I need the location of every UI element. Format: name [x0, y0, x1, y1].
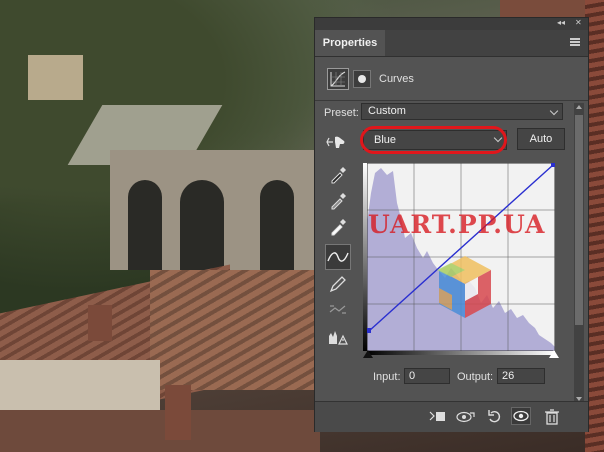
adjustment-title: Curves	[379, 73, 414, 85]
smooth-curve-icon[interactable]	[327, 298, 349, 320]
eye-icon[interactable]	[511, 407, 531, 425]
photo-arch	[180, 180, 224, 270]
scroll-thumb[interactable]	[575, 115, 583, 325]
eyedropper-gray-icon[interactable]	[327, 190, 349, 212]
tab-properties[interactable]: Properties	[315, 30, 385, 56]
panel-menu-icon[interactable]	[570, 38, 580, 46]
collapse-icon[interactable]: ◂◂	[557, 18, 565, 27]
photo-chimney	[88, 305, 112, 341]
preset-dropdown[interactable]: Custom	[361, 103, 563, 120]
curve-points-icon[interactable]	[325, 244, 351, 270]
clip-to-layer-icon[interactable]	[427, 408, 447, 426]
view-previous-icon[interactable]	[455, 408, 475, 426]
curve-point-end[interactable]	[551, 163, 555, 167]
panel-bottom-bar	[315, 401, 588, 432]
trash-icon[interactable]	[543, 408, 563, 426]
preset-value: Custom	[368, 105, 406, 117]
output-field[interactable]: 26	[497, 368, 545, 384]
on-image-adjust-icon[interactable]	[325, 133, 347, 151]
photo-roof	[0, 410, 320, 452]
reset-icon[interactable]	[485, 408, 505, 426]
input-field[interactable]: 0	[404, 368, 450, 384]
photo-arch	[260, 180, 294, 270]
eyedropper-white-icon[interactable]	[327, 216, 349, 238]
photo-chimney	[165, 385, 191, 440]
curves-grid-icon[interactable]	[327, 68, 349, 90]
close-icon[interactable]: ✕	[575, 18, 582, 27]
mask-icon[interactable]	[353, 70, 371, 88]
watermark-cube-logo	[437, 256, 491, 318]
input-gradient-bar	[367, 351, 555, 355]
auto-button[interactable]: Auto	[517, 128, 565, 150]
preset-label: Preset:	[324, 107, 359, 119]
panel-titlebar[interactable]: ◂◂ ✕	[315, 18, 588, 30]
watermark-text: UART.PP.UA	[368, 210, 546, 239]
chevron-down-icon	[549, 106, 559, 116]
photo-viaduct	[110, 150, 320, 270]
eyedropper-black-icon[interactable]	[327, 164, 349, 186]
curve-point-start[interactable]	[367, 328, 371, 333]
clipping-warning-icon[interactable]	[327, 326, 349, 348]
panel-scrollbar[interactable]	[574, 103, 584, 403]
highlight-annotation	[360, 126, 507, 154]
input-label: Input:	[373, 371, 401, 383]
output-label: Output:	[457, 371, 494, 383]
black-point-slider[interactable]	[363, 350, 373, 358]
divider	[315, 100, 588, 101]
pencil-icon[interactable]	[327, 273, 349, 295]
white-point-slider[interactable]	[549, 350, 559, 358]
photo-roof	[150, 270, 320, 390]
photo-house	[28, 55, 83, 100]
scroll-up-icon[interactable]	[576, 105, 582, 109]
panel-tabbar: Properties	[315, 30, 588, 57]
photo-arch	[128, 180, 162, 270]
